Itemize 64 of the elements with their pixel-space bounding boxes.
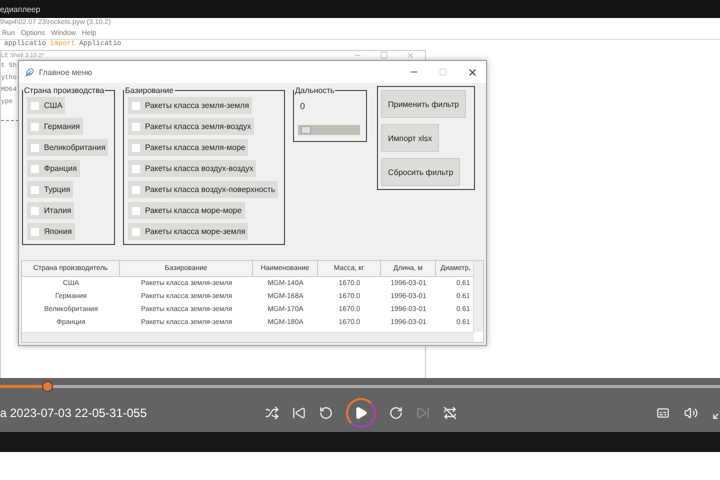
checkbox[interactable]: Япония bbox=[27, 223, 75, 240]
subtitles-button[interactable] bbox=[656, 406, 670, 420]
checkbox[interactable]: Ракеты класса земля-воздух bbox=[128, 118, 254, 135]
maximize-icon[interactable] bbox=[380, 51, 388, 59]
horizontal-scrollbar[interactable] bbox=[22, 332, 474, 342]
player-title: едиаплеер bbox=[0, 4, 40, 14]
filter-button[interactable]: Сбросить фильтр bbox=[381, 158, 460, 186]
checkbox-box[interactable] bbox=[30, 206, 40, 216]
frame-label: Дальность bbox=[294, 86, 336, 95]
rewind-button[interactable] bbox=[319, 406, 333, 420]
range-value: 0 bbox=[299, 100, 306, 113]
shuffle-button[interactable] bbox=[265, 406, 279, 420]
frame-label: Страна производства bbox=[23, 86, 106, 95]
checkbox[interactable]: Ракеты класса воздух-воздух bbox=[128, 160, 256, 177]
checkbox[interactable]: Ракеты класса море-море bbox=[128, 202, 245, 219]
checkbox-box[interactable] bbox=[131, 184, 141, 194]
seek-thumb[interactable] bbox=[42, 381, 53, 392]
checkbox-box[interactable] bbox=[30, 122, 40, 132]
filter-button[interactable]: Импорт xlsx bbox=[381, 124, 439, 152]
file-name: а 2023-07-03 22-05-31-055 bbox=[0, 406, 148, 420]
checkbox-box[interactable] bbox=[30, 184, 40, 194]
filter-button[interactable]: Применить фильтр bbox=[381, 90, 466, 118]
rewind-icon bbox=[319, 406, 333, 420]
checkbox[interactable]: Великобритания bbox=[27, 139, 108, 156]
checkbox[interactable]: Германия bbox=[27, 118, 83, 135]
checkbox-box[interactable] bbox=[131, 226, 141, 236]
checkbox[interactable]: Ракеты класса земля-море bbox=[128, 139, 248, 156]
checkbox-box[interactable] bbox=[30, 142, 40, 152]
checkbox[interactable]: Франция bbox=[27, 160, 80, 177]
frame-label: Базирование bbox=[124, 86, 175, 95]
slider-thumb[interactable] bbox=[300, 126, 311, 134]
checkbox[interactable]: Ракеты класса море-земля bbox=[128, 223, 248, 240]
range-slider[interactable] bbox=[298, 125, 360, 135]
subtitles-icon bbox=[656, 406, 670, 420]
checkbox-box[interactable] bbox=[131, 100, 141, 110]
checkbox-box[interactable] bbox=[131, 142, 141, 152]
checkbox[interactable]: Ракеты класса земля-земля bbox=[128, 97, 252, 114]
play-button[interactable] bbox=[346, 398, 376, 428]
checkbox-box[interactable] bbox=[30, 100, 40, 110]
checkbox-box[interactable] bbox=[131, 122, 141, 132]
checkbox[interactable]: Италия bbox=[27, 202, 74, 219]
forward-icon bbox=[389, 406, 403, 420]
repeat-off-button[interactable] bbox=[443, 406, 457, 420]
skip-back-icon bbox=[292, 406, 306, 420]
window-title: Главное меню bbox=[39, 68, 94, 76]
feather-icon bbox=[25, 68, 34, 76]
vertical-scrollbar[interactable] bbox=[473, 261, 483, 332]
shuffle-icon bbox=[265, 406, 279, 420]
volume-button[interactable] bbox=[684, 406, 698, 420]
volume-icon bbox=[684, 406, 698, 420]
checkbox-box[interactable] bbox=[30, 164, 40, 174]
close-icon[interactable] bbox=[467, 66, 478, 78]
checkbox[interactable]: США bbox=[27, 97, 66, 114]
skip-back-button[interactable] bbox=[292, 406, 306, 420]
skip-forward-icon bbox=[416, 406, 430, 420]
repeat-off-icon bbox=[443, 406, 457, 420]
maximize-icon[interactable] bbox=[439, 68, 447, 76]
play-icon bbox=[354, 406, 368, 420]
checkbox[interactable]: Турция bbox=[27, 181, 74, 198]
checkbox-box[interactable] bbox=[131, 206, 141, 216]
checkbox[interactable]: Ракеты класса воздух-поверхность bbox=[128, 181, 278, 198]
forward-button[interactable] bbox=[389, 406, 403, 420]
checkbox-box[interactable] bbox=[30, 226, 40, 236]
checkbox-box[interactable] bbox=[131, 164, 141, 174]
